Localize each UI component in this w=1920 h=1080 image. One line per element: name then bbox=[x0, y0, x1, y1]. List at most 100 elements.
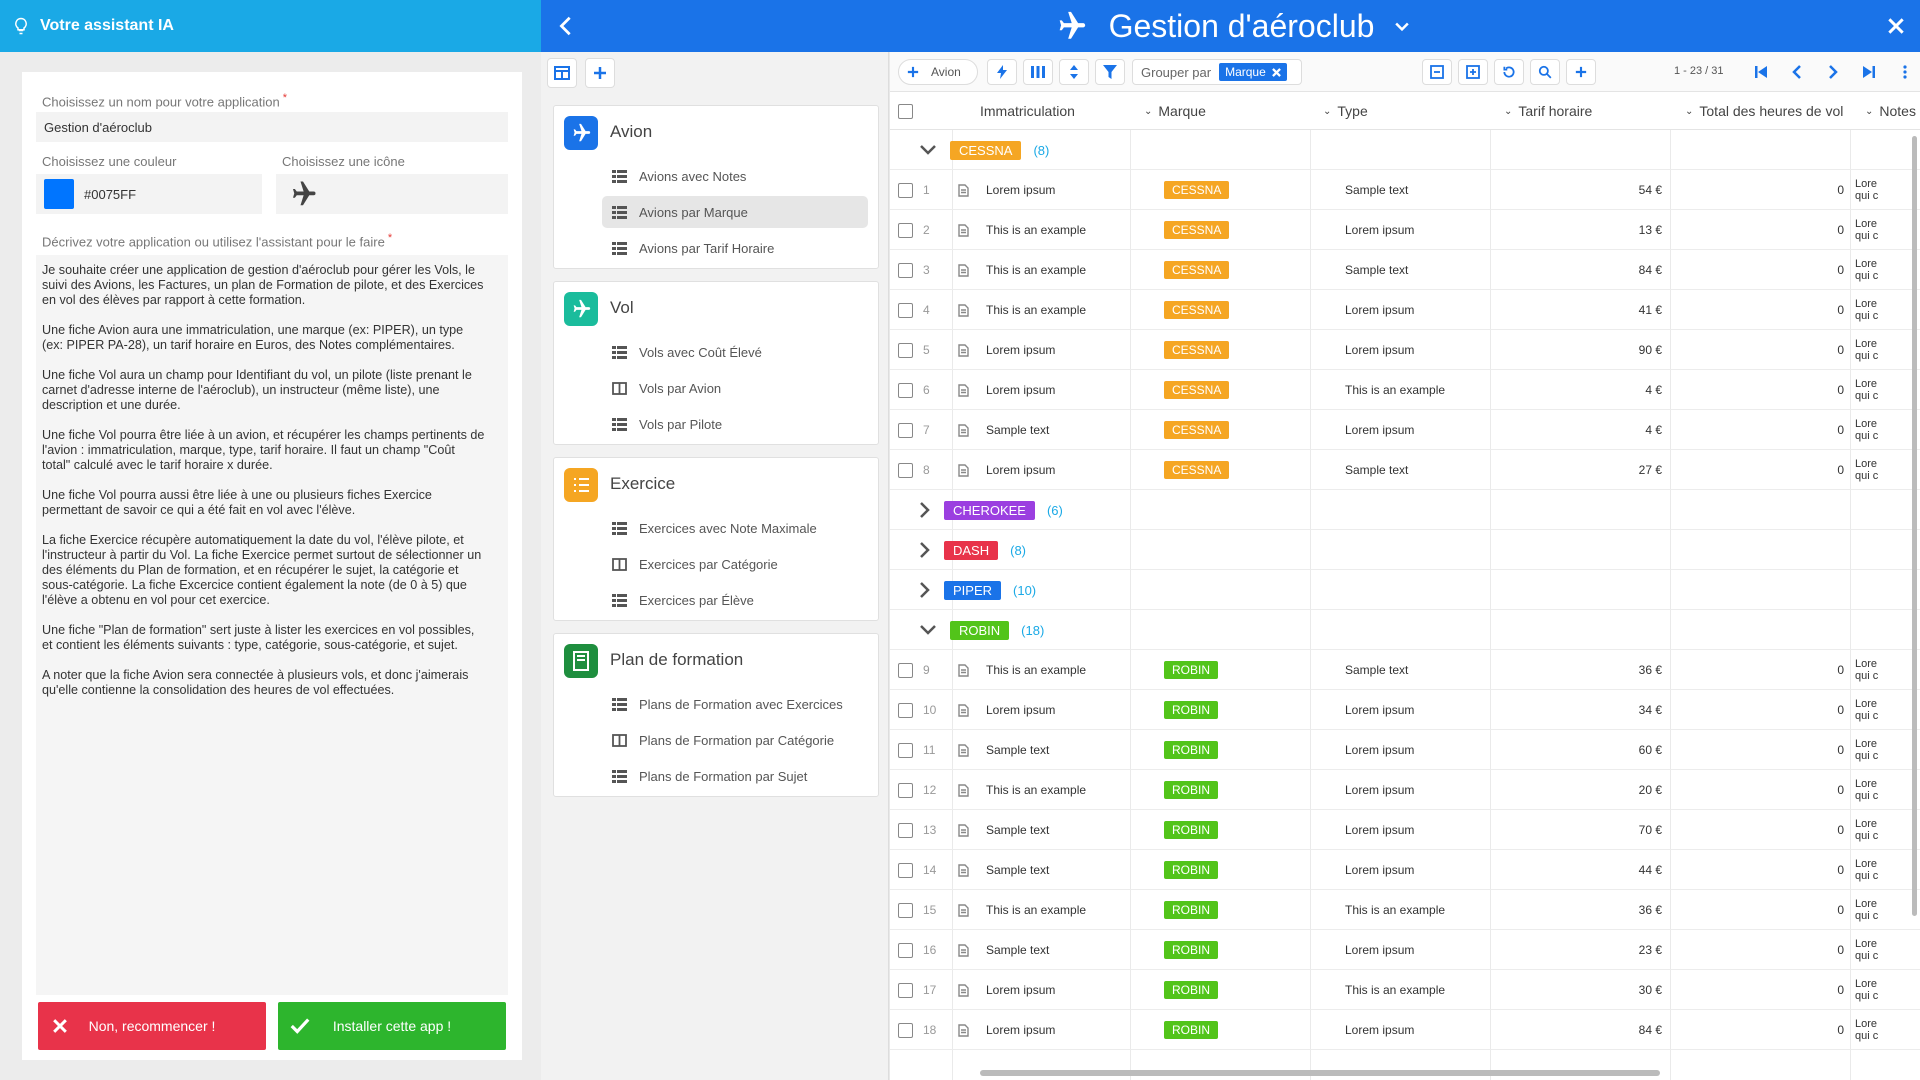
expand-all-button[interactable] bbox=[1458, 59, 1488, 85]
table-row[interactable]: 9 This is an example ROBIN Sample text 36 €0… bbox=[890, 650, 1920, 690]
refresh-button[interactable] bbox=[1494, 59, 1524, 85]
cell-tarif[interactable]: 84 € bbox=[1490, 250, 1662, 290]
cell-heures[interactable]: 0 bbox=[1670, 370, 1844, 410]
cell-marque-badge[interactable]: ROBIN bbox=[1164, 781, 1219, 799]
cell-heures[interactable]: 0 bbox=[1670, 250, 1844, 290]
cell-marque-badge[interactable]: CESSNA bbox=[1164, 421, 1230, 439]
cell-type[interactable]: Sample text bbox=[1345, 450, 1408, 490]
row-checkbox[interactable] bbox=[898, 382, 913, 398]
cell-type[interactable]: This is an example bbox=[1345, 370, 1445, 410]
document-icon[interactable] bbox=[958, 663, 969, 677]
quick-action-button[interactable] bbox=[987, 59, 1017, 85]
description-textarea[interactable]: Je souhaite créer une application de ges… bbox=[36, 255, 508, 995]
cell-marque-badge[interactable]: ROBIN bbox=[1164, 901, 1219, 919]
last-page-button[interactable] bbox=[1854, 59, 1884, 85]
row-checkbox[interactable] bbox=[898, 782, 913, 798]
cell-marque-badge[interactable]: ROBIN bbox=[1164, 861, 1219, 879]
document-icon[interactable] bbox=[958, 783, 969, 797]
next-page-button[interactable] bbox=[1818, 59, 1848, 85]
row-checkbox[interactable] bbox=[898, 662, 913, 678]
table-row[interactable]: 2 This is an example CESSNA Lorem ipsum 13 €… bbox=[890, 210, 1920, 250]
cell-type[interactable]: Sample text bbox=[1345, 650, 1408, 690]
document-icon[interactable] bbox=[958, 263, 969, 277]
cell-notes[interactable]: Lore qui c bbox=[1855, 170, 1878, 210]
cell-marque-badge[interactable]: ROBIN bbox=[1164, 821, 1219, 839]
cell-heures[interactable]: 0 bbox=[1670, 850, 1844, 890]
row-checkbox[interactable] bbox=[898, 1022, 913, 1038]
document-icon[interactable] bbox=[958, 223, 969, 237]
view-item[interactable]: Exercices par Catégorie bbox=[602, 548, 868, 580]
cell-marque-badge[interactable]: ROBIN bbox=[1164, 941, 1219, 959]
cell-notes[interactable]: Lore qui c bbox=[1855, 210, 1878, 250]
select-all-checkbox[interactable] bbox=[898, 103, 913, 119]
cell-heures[interactable]: 0 bbox=[1670, 970, 1844, 1010]
cell-tarif[interactable]: 4 € bbox=[1490, 370, 1662, 410]
first-page-button[interactable] bbox=[1746, 59, 1776, 85]
cell-immatriculation[interactable]: This is an example bbox=[986, 650, 1086, 690]
cell-type[interactable]: Lorem ipsum bbox=[1345, 210, 1414, 250]
row-checkbox[interactable] bbox=[898, 302, 913, 318]
view-item[interactable]: Vols par Avion bbox=[602, 372, 868, 404]
table-row[interactable]: 8 Lorem ipsum CESSNA Sample text 27 €0 Lore qu… bbox=[890, 450, 1920, 490]
document-icon[interactable] bbox=[958, 903, 969, 917]
view-item[interactable]: Exercices par Élève bbox=[602, 584, 868, 616]
row-checkbox[interactable] bbox=[898, 702, 913, 718]
cell-tarif[interactable]: 20 € bbox=[1490, 770, 1662, 810]
cell-tarif[interactable]: 34 € bbox=[1490, 690, 1662, 730]
cell-marque-badge[interactable]: CESSNA bbox=[1164, 461, 1230, 479]
install-button[interactable]: Installer cette app ! bbox=[278, 1002, 506, 1050]
table-row[interactable]: 12 This is an example ROBIN Lorem ipsum 20 €… bbox=[890, 770, 1920, 810]
close-icon[interactable] bbox=[1886, 16, 1906, 36]
group-row-piper[interactable]: PIPER (10) bbox=[890, 570, 1920, 610]
group-title[interactable]: Avion bbox=[610, 122, 652, 142]
view-item[interactable]: Avions par Marque bbox=[602, 196, 868, 228]
cell-type[interactable]: Sample text bbox=[1345, 170, 1408, 210]
more-options-button[interactable] bbox=[1890, 59, 1920, 85]
cell-notes[interactable]: Lore qui c bbox=[1855, 290, 1878, 330]
cell-marque-badge[interactable]: CESSNA bbox=[1164, 261, 1230, 279]
view-item[interactable]: Avions par Tarif Horaire bbox=[602, 232, 868, 264]
cell-heures[interactable]: 0 bbox=[1670, 810, 1844, 850]
document-icon[interactable] bbox=[958, 743, 969, 757]
cell-type[interactable]: Lorem ipsum bbox=[1345, 810, 1414, 850]
row-checkbox[interactable] bbox=[898, 982, 913, 998]
cell-notes[interactable]: Lore qui c bbox=[1855, 690, 1878, 730]
cell-tarif[interactable]: 41 € bbox=[1490, 290, 1662, 330]
add-view-button[interactable] bbox=[585, 58, 615, 88]
row-checkbox[interactable] bbox=[898, 942, 913, 958]
table-row[interactable]: 3 This is an example CESSNA Sample text 84 €… bbox=[890, 250, 1920, 290]
cell-heures[interactable]: 0 bbox=[1670, 330, 1844, 370]
document-icon[interactable] bbox=[958, 823, 969, 837]
cell-type[interactable]: Lorem ipsum bbox=[1345, 690, 1414, 730]
cell-type[interactable]: Lorem ipsum bbox=[1345, 410, 1414, 450]
cell-type[interactable]: This is an example bbox=[1345, 890, 1445, 930]
cell-tarif[interactable]: 30 € bbox=[1490, 970, 1662, 1010]
cell-type[interactable]: Sample text bbox=[1345, 250, 1408, 290]
cell-immatriculation[interactable]: This is an example bbox=[986, 890, 1086, 930]
cell-immatriculation[interactable]: Sample text bbox=[986, 850, 1049, 890]
cell-heures[interactable]: 0 bbox=[1670, 410, 1844, 450]
cell-immatriculation[interactable]: Lorem ipsum bbox=[986, 170, 1055, 210]
cell-heures[interactable]: 0 bbox=[1670, 450, 1844, 490]
cell-notes[interactable]: Lore qui c bbox=[1855, 250, 1878, 290]
prev-page-button[interactable] bbox=[1782, 59, 1812, 85]
cell-tarif[interactable]: 27 € bbox=[1490, 450, 1662, 490]
row-checkbox[interactable] bbox=[898, 902, 913, 918]
cell-tarif[interactable]: 70 € bbox=[1490, 810, 1662, 850]
row-checkbox[interactable] bbox=[898, 182, 913, 198]
cell-heures[interactable]: 0 bbox=[1670, 170, 1844, 210]
view-item[interactable]: Plans de Formation par Sujet bbox=[602, 760, 868, 792]
cell-tarif[interactable]: 4 € bbox=[1490, 410, 1662, 450]
cell-marque-badge[interactable]: ROBIN bbox=[1164, 981, 1219, 999]
cell-heures[interactable]: 0 bbox=[1670, 690, 1844, 730]
cell-type[interactable]: Lorem ipsum bbox=[1345, 850, 1414, 890]
table-row[interactable]: 4 This is an example CESSNA Lorem ipsum 41 €… bbox=[890, 290, 1920, 330]
cell-marque-badge[interactable]: CESSNA bbox=[1164, 301, 1230, 319]
cell-immatriculation[interactable]: This is an example bbox=[986, 290, 1086, 330]
table-row[interactable]: 11 Sample text ROBIN Lorem ipsum 60 €0 Lore qu… bbox=[890, 730, 1920, 770]
cell-tarif[interactable]: 36 € bbox=[1490, 890, 1662, 930]
icon-field[interactable] bbox=[276, 174, 508, 214]
group-row-cessna[interactable]: CESSNA (8) bbox=[890, 130, 1920, 170]
cell-heures[interactable]: 0 bbox=[1670, 770, 1844, 810]
table-row[interactable]: 6 Lorem ipsum CESSNA This is an example 4 €0… bbox=[890, 370, 1920, 410]
